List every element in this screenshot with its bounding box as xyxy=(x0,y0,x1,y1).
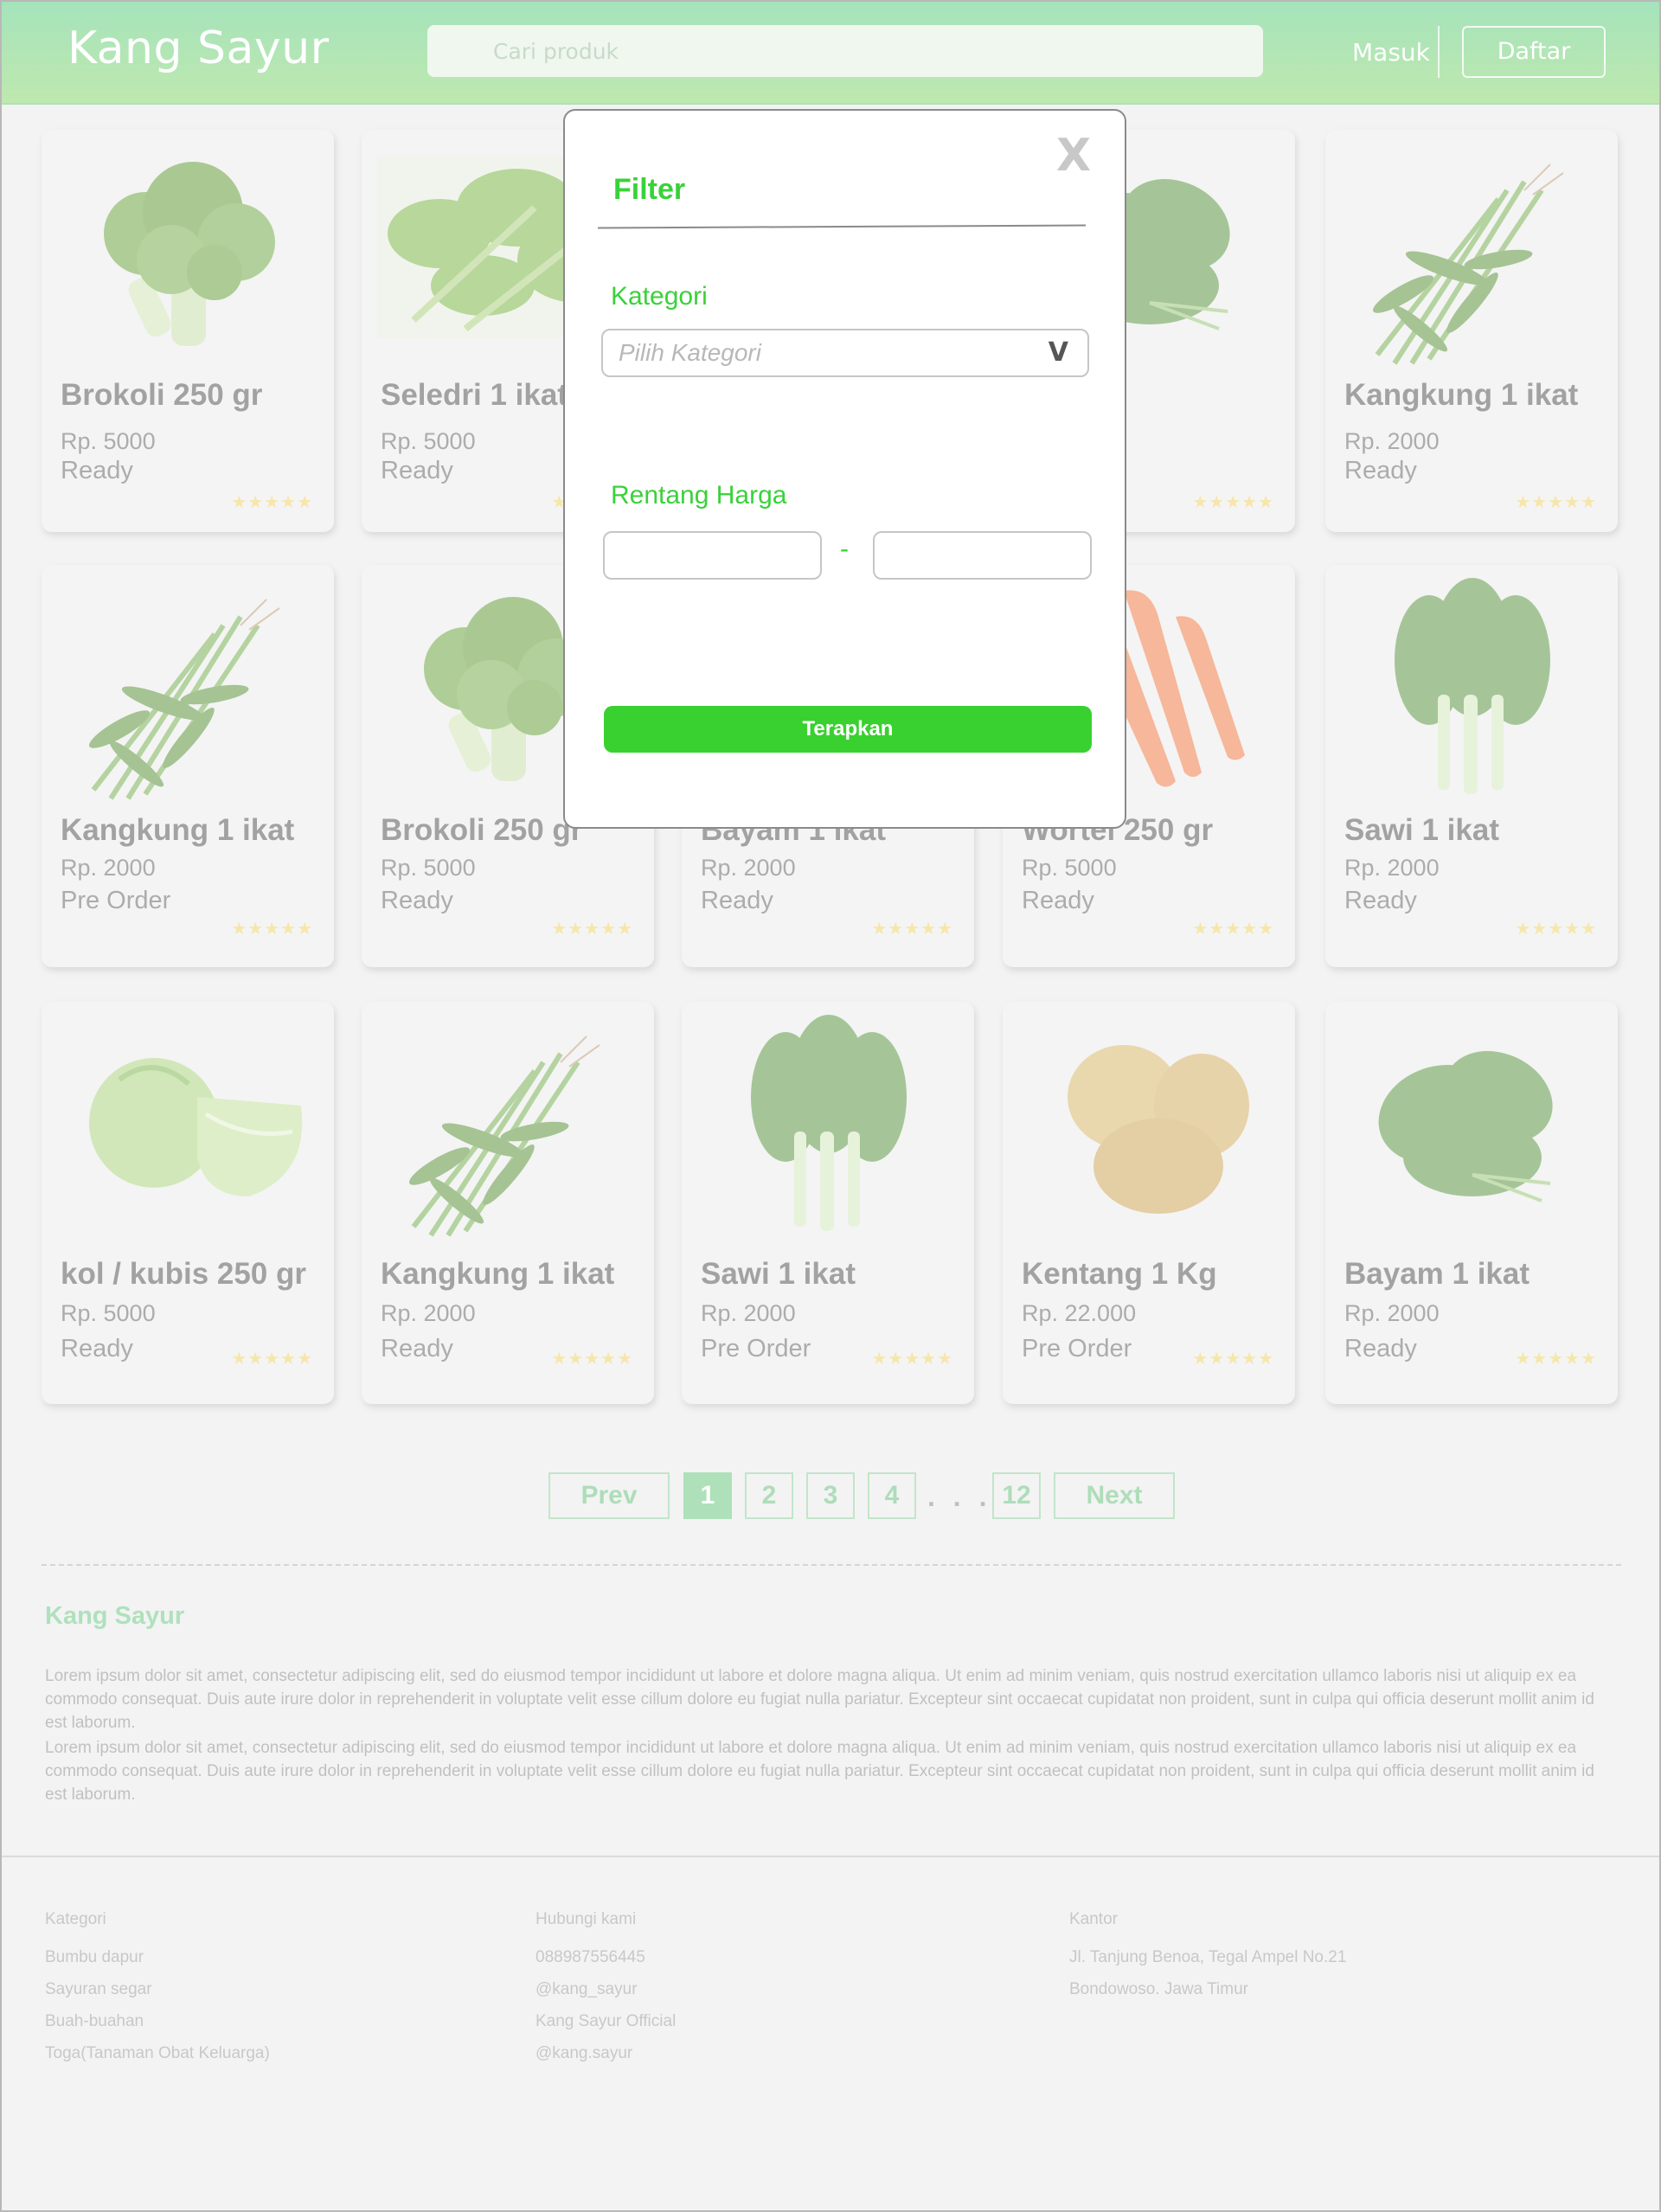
category-label: Kategori xyxy=(611,282,708,311)
close-icon[interactable]: X xyxy=(1056,130,1091,182)
filter-modal: Filter X Kategori Pilih Kategori V Renta… xyxy=(563,109,1126,829)
price-range-label: Rentang Harga xyxy=(611,481,787,510)
category-placeholder: Pilih Kategori xyxy=(619,339,761,366)
title-underline xyxy=(597,224,1087,229)
min-price-input[interactable] xyxy=(603,531,822,580)
modal-title: Filter xyxy=(613,173,686,206)
category-select[interactable]: Pilih Kategori V xyxy=(601,329,1089,377)
chevron-down-icon: V xyxy=(1048,337,1068,368)
apply-filter-button[interactable]: Terapkan xyxy=(604,706,1092,753)
max-price-input[interactable] xyxy=(873,531,1092,580)
price-range-separator: - xyxy=(840,535,849,563)
